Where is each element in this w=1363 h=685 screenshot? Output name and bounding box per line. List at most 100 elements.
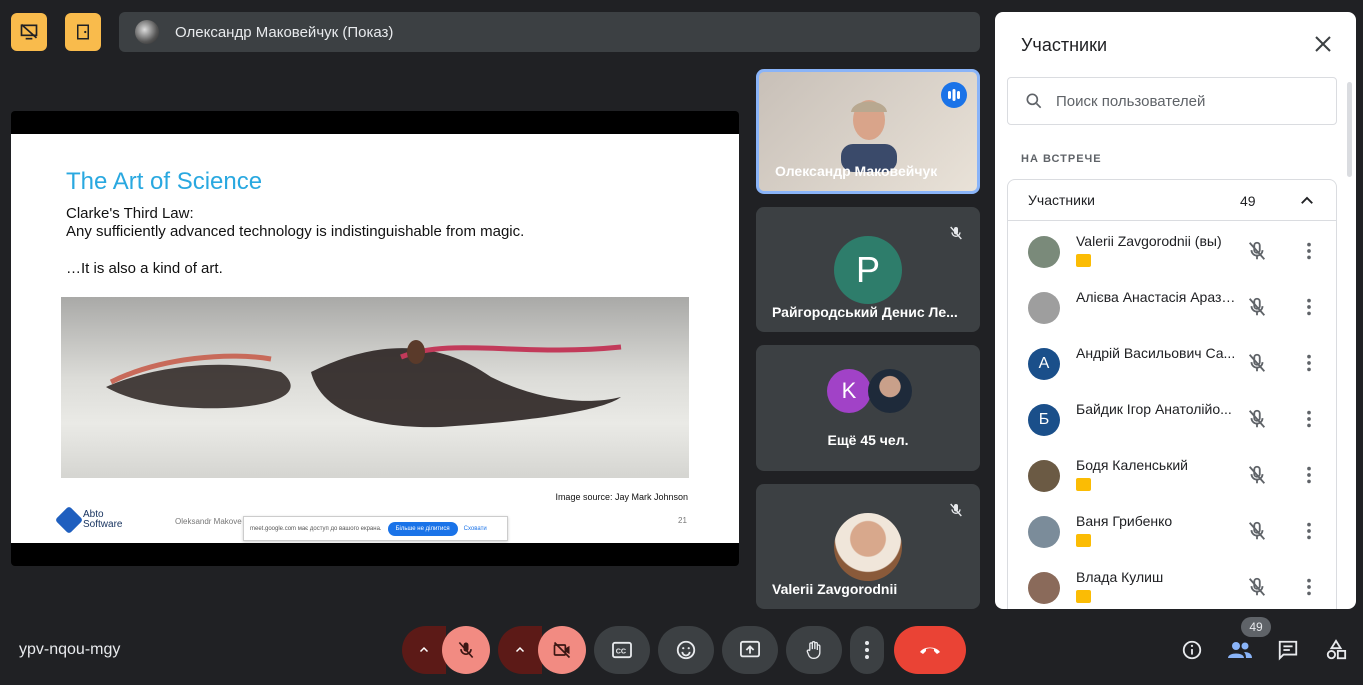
presentation-badge-icon	[1076, 590, 1091, 603]
search-input[interactable]	[1056, 92, 1316, 110]
avatar	[1028, 460, 1060, 492]
presentation-badge-icon	[1076, 254, 1091, 267]
more-vert-icon[interactable]	[1298, 464, 1320, 486]
chevron-up-icon	[515, 646, 525, 653]
more-vert-icon[interactable]	[1298, 520, 1320, 542]
participants-button[interactable]	[1226, 636, 1254, 664]
chevron-up-icon	[1301, 196, 1313, 204]
search-box[interactable]	[1007, 77, 1337, 125]
mic-off-icon[interactable]	[1246, 240, 1268, 262]
tile-name: Valerii Zavgorodnii	[772, 581, 898, 597]
chat-icon	[1278, 640, 1298, 661]
participants-group: Участники 49 Valerii Zavgorodnii (вы) Алі…	[1007, 179, 1337, 609]
reactions-button[interactable]	[658, 626, 714, 674]
hang-up-icon	[920, 647, 940, 654]
presentation-off-icon	[20, 23, 38, 40]
meeting-code: ypv-nqou-mgy	[19, 641, 121, 658]
more-vert-icon[interactable]	[1298, 408, 1320, 430]
chat-button[interactable]	[1274, 636, 1302, 664]
abto-logo-icon	[54, 505, 84, 535]
camera-toggle-button[interactable]	[538, 626, 586, 674]
mic-toggle-button[interactable]	[442, 626, 490, 674]
abto-logo: Abto Software	[54, 505, 122, 535]
mic-off-icon	[944, 221, 968, 245]
scrollbar[interactable]	[1347, 82, 1352, 177]
mic-off-icon	[458, 641, 474, 659]
presentation-slide: The Art of Science Clarke's Third Law: A…	[11, 134, 739, 543]
camera-options-button[interactable]	[498, 626, 542, 674]
mic-off-icon[interactable]	[1246, 576, 1268, 598]
tile-name: Райгородський Денис Ле...	[772, 304, 958, 320]
participant-row[interactable]: Бодя Каленський	[1008, 448, 1336, 504]
participant-name: Байдик Ігор Анатолійо...	[1076, 401, 1232, 417]
camera-off-icon	[553, 641, 571, 659]
hand-icon	[806, 641, 821, 659]
participant-name: Бодя Каленський	[1076, 457, 1188, 473]
group-count: 49	[1240, 193, 1256, 209]
captions-icon: CC	[612, 641, 632, 659]
present-layout-button[interactable]	[11, 13, 47, 51]
hide-banner-button[interactable]: Сховати	[464, 526, 487, 532]
door-icon	[77, 24, 89, 40]
participant-row[interactable]: Б Байдик Ігор Анатолійо...	[1008, 392, 1336, 448]
participant-name: Андрій Васильович Са...	[1076, 345, 1236, 361]
shapes-icon	[1326, 639, 1347, 660]
participant-row[interactable]: Алієва Анастасія Аразі...	[1008, 280, 1336, 336]
mic-off-icon[interactable]	[1246, 464, 1268, 486]
participant-row[interactable]: Ваня Грибенко	[1008, 504, 1336, 560]
group-label: Участники	[1028, 192, 1095, 208]
avatar: Б	[1028, 404, 1060, 436]
captions-button[interactable]: CC	[594, 626, 650, 674]
raise-hand-button[interactable]	[786, 626, 842, 674]
participants-count-badge: 49	[1241, 617, 1271, 637]
avatar	[1028, 292, 1060, 324]
slide-line-2: Any sufficiently advanced technology is …	[66, 223, 525, 240]
mic-off-icon	[944, 498, 968, 522]
screen-share-banner: meet.google.com має доступ до вашого екр…	[243, 516, 508, 541]
presenter-bar[interactable]: Олександр Маковейчук (Показ)	[119, 12, 980, 52]
present-icon	[740, 640, 760, 658]
avatar	[1028, 236, 1060, 268]
participant-name: Алієва Анастасія Аразі...	[1076, 289, 1236, 305]
more-vert-icon[interactable]	[1298, 296, 1320, 318]
avatar	[1028, 572, 1060, 604]
stop-sharing-button[interactable]: Більше не ділитися	[387, 521, 458, 536]
more-vert-icon[interactable]	[1298, 352, 1320, 374]
participant-tile-self[interactable]: Valerii Zavgorodnii	[756, 484, 980, 609]
activities-button[interactable]	[1322, 636, 1350, 664]
meeting-info-button[interactable]	[1178, 636, 1206, 664]
presentation-badge-icon	[1076, 534, 1091, 547]
avatar: K	[827, 369, 871, 413]
more-count-label: Ещё 45 чел.	[827, 432, 909, 448]
participant-tile[interactable]: P Райгородський Денис Ле...	[756, 207, 980, 332]
participant-tile-presenter[interactable]: Олександр Маковейчук	[756, 69, 980, 194]
participant-row[interactable]: Valerii Zavgorodnii (вы)	[1008, 224, 1336, 280]
mic-off-icon[interactable]	[1246, 408, 1268, 430]
presentation-badge-icon	[1076, 478, 1091, 491]
avatar: А	[1028, 348, 1060, 380]
presenter-video	[841, 100, 897, 172]
mic-options-button[interactable]	[402, 626, 446, 674]
more-vert-icon[interactable]	[1298, 576, 1320, 598]
participant-row[interactable]: Влада Кулиш	[1008, 560, 1336, 609]
leave-call-button[interactable]	[894, 626, 966, 674]
image-source: Image source: Jay Mark Johnson	[555, 492, 688, 502]
close-panel-button[interactable]	[1313, 34, 1333, 54]
mic-off-icon[interactable]	[1246, 520, 1268, 542]
mic-off-icon[interactable]	[1246, 352, 1268, 374]
door-button[interactable]	[65, 13, 101, 51]
more-options-button[interactable]	[850, 626, 884, 674]
group-header[interactable]: Участники 49	[1008, 180, 1336, 221]
presenter-label: Олександр Маковейчук (Показ)	[175, 23, 394, 41]
panel-title: Участники	[1021, 35, 1107, 55]
participant-row[interactable]: А Андрій Васильович Са...	[1008, 336, 1336, 392]
participant-name: Valerii Zavgorodnii (вы)	[1076, 233, 1222, 249]
more-participants-tile[interactable]: K Ещё 45 чел.	[756, 345, 980, 471]
present-screen-button[interactable]	[722, 626, 778, 674]
emoji-icon	[676, 640, 696, 660]
slide-page-number: 21	[678, 516, 687, 525]
speaking-indicator-icon	[941, 82, 967, 108]
more-vert-icon[interactable]	[1298, 240, 1320, 262]
participant-name: Ваня Грибенко	[1076, 513, 1173, 529]
mic-off-icon[interactable]	[1246, 296, 1268, 318]
